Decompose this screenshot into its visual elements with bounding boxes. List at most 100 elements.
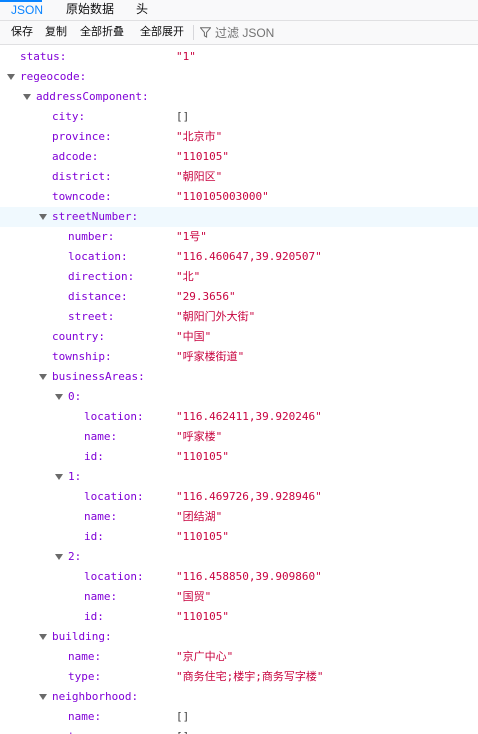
json-key: distance: xyxy=(68,290,128,303)
json-tree-row[interactable]: businessAreas: xyxy=(0,367,478,387)
expand-toggle-icon[interactable] xyxy=(55,394,63,400)
json-tree-row: township: "呼家楼街道" xyxy=(0,347,478,367)
json-tree-row: name: "国贸" xyxy=(0,587,478,607)
json-key: district: xyxy=(52,170,112,183)
json-tree-row: id: "110105" xyxy=(0,607,478,627)
json-tree-row: province: "北京市" xyxy=(0,127,478,147)
json-key: streetNumber: xyxy=(52,210,139,223)
json-key: location: xyxy=(84,490,144,503)
json-value: "京广中心" xyxy=(176,650,234,663)
expand-toggle-icon[interactable] xyxy=(39,694,47,700)
expand-toggle-icon[interactable] xyxy=(55,554,63,560)
json-value: "中国" xyxy=(176,330,212,343)
json-key: location: xyxy=(84,410,144,423)
json-key: regeocode: xyxy=(20,70,87,83)
json-key: name: xyxy=(84,590,118,603)
json-tree-row: city: [] xyxy=(0,107,478,127)
json-value: [] xyxy=(176,727,189,734)
json-tree-row[interactable]: 1: xyxy=(0,467,478,487)
json-key: name: xyxy=(68,650,102,663)
json-tree-row: distance: "29.3656" xyxy=(0,287,478,307)
json-key: type: xyxy=(68,727,101,734)
json-value: "110105003000" xyxy=(176,190,269,203)
json-key: name: xyxy=(84,510,118,523)
json-value: "商务住宅;楼宇;商务写字楼" xyxy=(176,670,324,683)
json-key: id: xyxy=(84,530,104,543)
json-value: "110105" xyxy=(176,610,229,623)
json-tree-row[interactable]: regeocode: xyxy=(0,67,478,87)
json-key: adcode: xyxy=(52,150,99,163)
json-value: "116.469726,39.928946" xyxy=(176,490,322,503)
json-tree-row[interactable]: streetNumber: xyxy=(0,207,478,227)
save-button[interactable]: 保存 xyxy=(11,21,33,44)
tab-json[interactable]: JSON xyxy=(0,0,43,21)
json-value: "呼家楼" xyxy=(176,430,223,443)
json-value: "1" xyxy=(176,50,196,63)
json-key: city: xyxy=(52,110,86,123)
tab-bar: JSON 原始数据 头 xyxy=(0,0,478,21)
json-key: province: xyxy=(52,130,112,143)
expand-toggle-icon[interactable] xyxy=(39,634,47,640)
expand-toggle-icon[interactable] xyxy=(39,374,47,380)
json-tree-row: id: "110105" xyxy=(0,447,478,467)
copy-button[interactable]: 复制 xyxy=(45,21,67,44)
json-key: street: xyxy=(68,310,115,323)
json-key: 1: xyxy=(68,470,82,483)
json-value: "团结湖" xyxy=(176,510,223,523)
json-value: "110105" xyxy=(176,150,229,163)
json-value: "朝阳门外大街" xyxy=(176,310,256,323)
filter-icon xyxy=(200,27,211,38)
json-tree-row: street: "朝阳门外大街" xyxy=(0,307,478,327)
json-key: neighborhood: xyxy=(52,690,139,703)
json-value: "朝阳区" xyxy=(176,170,223,183)
json-tree-row: district: "朝阳区" xyxy=(0,167,478,187)
json-value: "北" xyxy=(176,270,201,283)
json-key: location: xyxy=(68,250,128,263)
json-key: 2: xyxy=(68,550,82,563)
expand-toggle-icon[interactable] xyxy=(7,74,15,80)
json-value: "北京市" xyxy=(176,130,223,143)
collapse-all-button[interactable]: 全部折叠 xyxy=(80,21,124,44)
json-tree-row: number: "1号" xyxy=(0,227,478,247)
json-key: addressComponent: xyxy=(36,90,149,103)
json-key: name: xyxy=(68,710,102,723)
json-value: "呼家楼街道" xyxy=(176,350,245,363)
json-key: status: xyxy=(20,50,67,63)
json-value: [] xyxy=(176,710,190,723)
json-value: "110105" xyxy=(176,450,229,463)
json-tree-row[interactable]: neighborhood: xyxy=(0,687,478,707)
json-tree-row[interactable]: 0: xyxy=(0,387,478,407)
expand-all-button[interactable]: 全部展开 xyxy=(140,21,184,44)
json-tree-row: location: "116.469726,39.928946" xyxy=(0,487,478,507)
json-key: direction: xyxy=(68,270,135,283)
json-value: "116.458850,39.909860" xyxy=(176,570,322,583)
json-tree-row: type: [] xyxy=(0,727,478,734)
tab-raw-data[interactable]: 原始数据 xyxy=(66,0,114,20)
json-tree-row[interactable]: building: xyxy=(0,627,478,647)
toolbar-divider xyxy=(193,25,194,40)
json-toolbar: 保存 复制 全部折叠 全部展开 xyxy=(0,21,478,45)
json-tree-row: name: "团结湖" xyxy=(0,507,478,527)
json-tree-row: name: "京广中心" xyxy=(0,647,478,667)
expand-toggle-icon[interactable] xyxy=(55,474,63,480)
expand-toggle-icon[interactable] xyxy=(23,94,31,100)
json-key: location: xyxy=(84,570,144,583)
json-tree-row: id: "110105" xyxy=(0,527,478,547)
json-key: name: xyxy=(84,430,118,443)
json-tree-row: adcode: "110105" xyxy=(0,147,478,167)
json-key: township: xyxy=(52,350,112,363)
json-tree-row[interactable]: 2: xyxy=(0,547,478,567)
json-value: "国贸" xyxy=(176,590,212,603)
json-value: [] xyxy=(176,110,190,123)
filter-json-input[interactable] xyxy=(215,23,465,42)
json-key: number: xyxy=(68,230,115,243)
json-value: "29.3656" xyxy=(176,290,236,303)
expand-toggle-icon[interactable] xyxy=(39,214,47,220)
json-tree-row: location: "116.458850,39.909860" xyxy=(0,567,478,587)
json-tree-row[interactable]: addressComponent: xyxy=(0,87,478,107)
json-key: type: xyxy=(68,670,102,683)
json-value: "1号" xyxy=(176,230,207,243)
json-key: id: xyxy=(84,610,104,623)
json-key: id: xyxy=(84,450,104,463)
tab-headers[interactable]: 头 xyxy=(136,0,148,20)
